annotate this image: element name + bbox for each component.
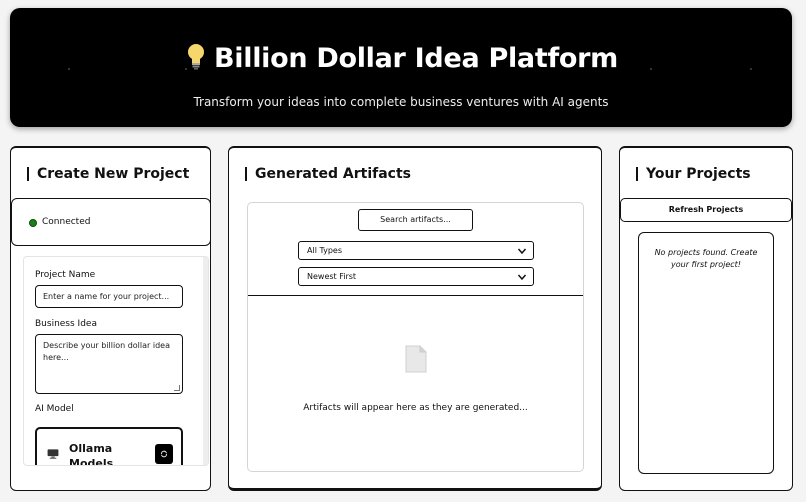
refresh-icon bbox=[161, 450, 167, 458]
project-name-label: Project Name bbox=[35, 270, 96, 280]
refresh-projects-button[interactable]: Refresh Projects bbox=[620, 198, 792, 222]
search-artifacts-input[interactable]: Search artifacts... bbox=[358, 209, 473, 231]
chevron-down-icon bbox=[517, 248, 527, 255]
type-filter-select[interactable]: All Types bbox=[298, 241, 534, 260]
projects-list: No projects found. Create your first pro… bbox=[638, 232, 774, 474]
artifacts-container: Search artifacts... All Types Newest Fir… bbox=[247, 202, 584, 472]
artifacts-divider bbox=[248, 295, 583, 296]
project-form: Project Name Enter a name for your proje… bbox=[23, 256, 209, 466]
projects-title: Your Projects bbox=[636, 167, 751, 181]
ollama-model-card[interactable]: Ollama Models (Local) bbox=[35, 427, 183, 466]
projects-empty-text: No projects found. Create your first pro… bbox=[654, 248, 758, 269]
project-name-input[interactable]: Enter a name for your project... bbox=[35, 285, 183, 308]
business-idea-textarea[interactable]: Describe your billion dollar idea here..… bbox=[35, 334, 183, 394]
business-idea-label: Business Idea bbox=[35, 319, 97, 329]
projects-panel: Your Projects Refresh Projects No projec… bbox=[619, 146, 793, 491]
page-title: Billion Dollar Idea Platform bbox=[10, 42, 792, 74]
artifacts-empty-text: Artifacts will appear here as they are g… bbox=[303, 403, 528, 413]
page-subtitle: Transform your ideas into complete busin… bbox=[193, 95, 609, 109]
refresh-models-button[interactable] bbox=[155, 444, 173, 464]
monitor-icon bbox=[47, 449, 59, 459]
connection-status: Connected bbox=[11, 198, 211, 246]
status-dot-icon bbox=[29, 219, 37, 227]
form-scrollbar[interactable] bbox=[203, 257, 208, 465]
file-icon bbox=[405, 345, 427, 373]
sort-order-value: Newest First bbox=[307, 272, 357, 281]
create-project-title: Create New Project bbox=[27, 167, 189, 181]
artifacts-panel: Generated Artifacts Search artifacts... … bbox=[228, 146, 602, 491]
app-header: Billion Dollar Idea Platform Transform y… bbox=[10, 8, 792, 127]
artifacts-title: Generated Artifacts bbox=[245, 167, 411, 181]
chevron-down-icon bbox=[517, 274, 527, 281]
type-filter-value: All Types bbox=[307, 246, 343, 255]
model-card-title: Ollama Models (Local) bbox=[69, 442, 114, 466]
ai-model-label: AI Model bbox=[35, 404, 74, 414]
sort-order-select[interactable]: Newest First bbox=[298, 267, 534, 286]
status-text: Connected bbox=[42, 217, 91, 227]
lightbulb-icon bbox=[188, 44, 204, 70]
page-title-text: Billion Dollar Idea Platform bbox=[214, 43, 618, 74]
create-project-panel: Create New Project Connected Project Nam… bbox=[10, 146, 211, 491]
business-idea-placeholder: Describe your billion dollar idea here..… bbox=[43, 341, 170, 362]
resize-handle-icon[interactable] bbox=[174, 385, 180, 391]
